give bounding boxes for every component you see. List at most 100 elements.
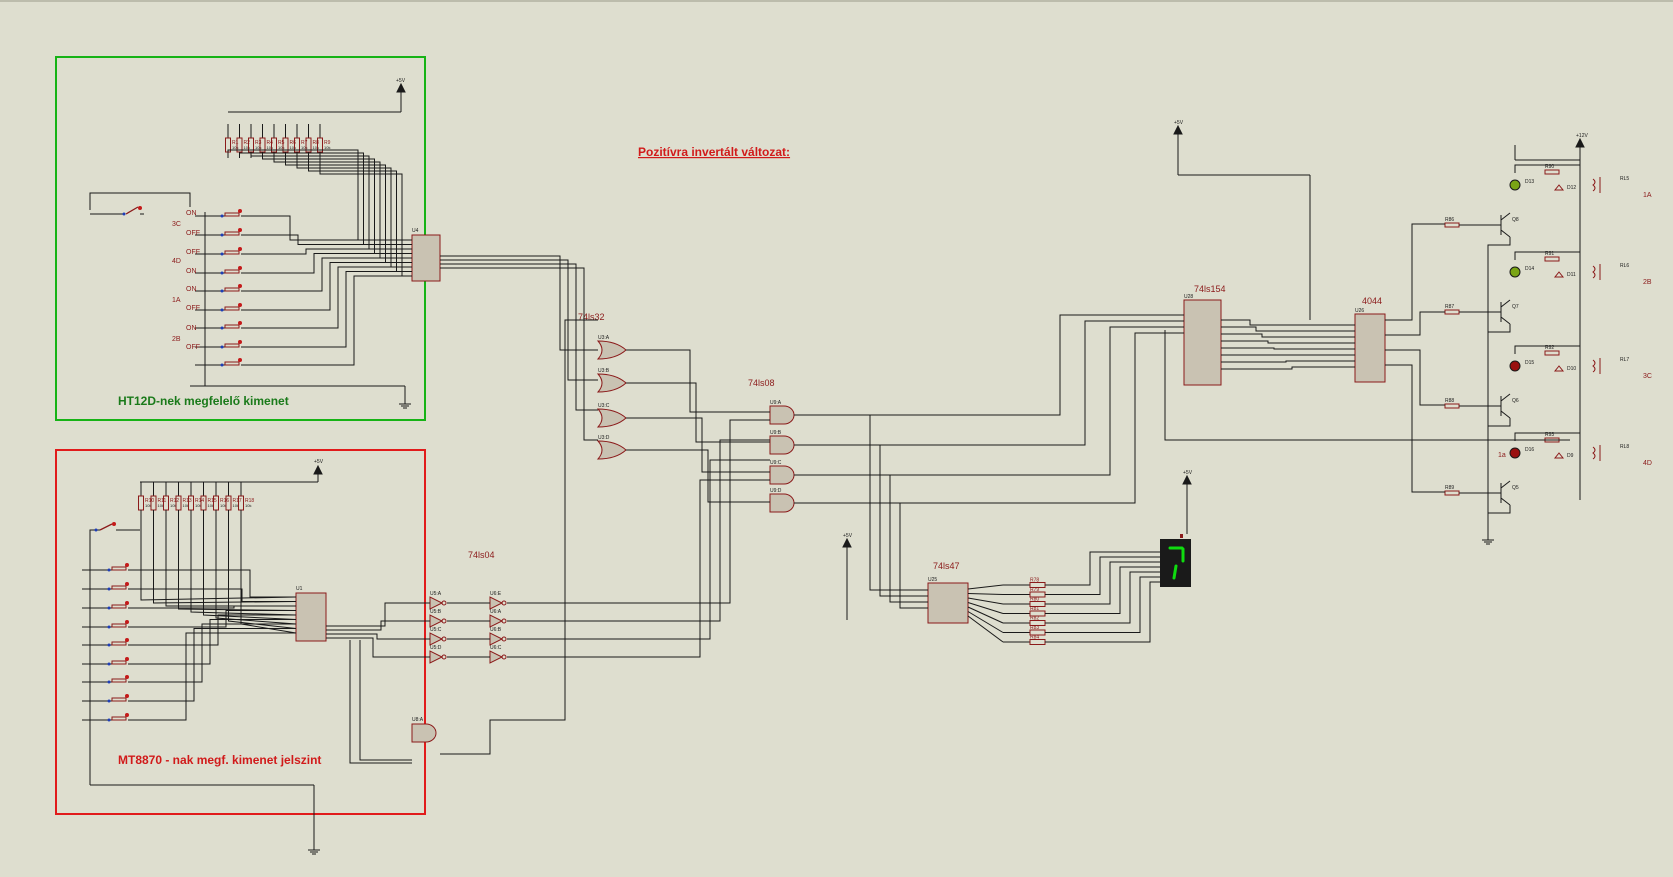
gate-ref: U5:C	[430, 627, 442, 633]
display-power	[1182, 474, 1192, 534]
channel-label: 1A	[1643, 192, 1652, 199]
relay-stages: D13R90D12RL51AR86 Q8D14R91D11RL62BR87 Q7D1…	[1444, 164, 1652, 506]
switch-top-4[interactable]	[195, 284, 249, 293]
relay-label: RL8	[1620, 444, 1629, 450]
resistor-label: R86	[1445, 217, 1454, 223]
gate-ref: U9:B	[770, 430, 782, 436]
switch-top-8[interactable]	[195, 358, 249, 367]
relay-power-rail	[1482, 137, 1585, 545]
relay-label: RL5	[1620, 176, 1629, 182]
resistor-label: R78	[1030, 578, 1039, 584]
gate-ref: U6:C	[490, 645, 502, 651]
transistor-label: Q7	[1512, 304, 1519, 310]
diode-label: D11	[1567, 272, 1576, 278]
switch-label: 4D	[172, 258, 181, 265]
relay-label: RL6	[1620, 263, 1629, 269]
red-block-label: MT8870 - nak megf. kimenet jelszint	[118, 753, 321, 767]
inverter-gate: U5:B	[429, 609, 447, 628]
relay-stage-2b: D14R91D11RL62BR87 Q7	[1444, 251, 1652, 325]
diode-label: D9	[1567, 453, 1574, 459]
wire-network	[89, 149, 1580, 764]
switch-top-1[interactable]	[195, 228, 249, 237]
u1-ref: U1	[296, 586, 303, 592]
and-gate: U9:B	[769, 430, 795, 455]
power-label-bottom: +5V	[314, 459, 324, 465]
u8-ref: U8:A	[412, 717, 424, 723]
green-block-border	[55, 56, 426, 421]
and-gate: U9:C	[769, 460, 795, 485]
power-label-top: +5V	[396, 78, 406, 84]
gate-ref: U6:A	[490, 609, 502, 615]
switch-top-5[interactable]	[195, 303, 249, 312]
gate-ref: U3:D	[598, 435, 610, 441]
channel-label: 4D	[1643, 460, 1652, 467]
relay-label: RL7	[1620, 357, 1629, 363]
and-gate: U9:A	[769, 400, 795, 425]
inverter-gate: U5:A	[429, 591, 447, 610]
inverter-gate: U6:E	[489, 591, 507, 610]
u25-chip: U25	[927, 577, 969, 624]
switch-top-6[interactable]	[195, 321, 249, 330]
transistor-label: Q6	[1512, 398, 1519, 404]
switch-label: ON	[186, 210, 197, 217]
resistor-r10: R1010k	[138, 482, 154, 518]
switch-label: OFF	[186, 344, 200, 351]
switch-label: OFF	[186, 230, 200, 237]
resistor-value: 10k	[220, 503, 226, 508]
gate-ref: U6:E	[490, 591, 502, 597]
master-switch-bottom[interactable]	[89, 522, 320, 855]
resistor-label: R87	[1445, 304, 1454, 310]
or-gates: U3:A U3:B U3:C U3:D	[596, 335, 627, 460]
resistor-value: 10k	[208, 503, 214, 508]
switch-label: ON	[186, 268, 197, 275]
led-label: D13	[1525, 179, 1534, 185]
resistor-value: 10k	[195, 503, 201, 508]
relay-stage-1a: D13R90D12RL51AR86 Q8	[1444, 164, 1652, 238]
resistor-r79: R79	[967, 587, 1046, 598]
channel-label: 3C	[1643, 373, 1652, 380]
u28-chip: U28	[1183, 294, 1222, 386]
gate-ref: U5:D	[430, 645, 442, 651]
or-gate: U3:A	[596, 335, 627, 360]
ls04-title: 74ls04	[468, 550, 495, 560]
green-block-label: HT12D-nek megfelelő kimenet	[118, 394, 289, 408]
gate-ref: U5:A	[430, 591, 442, 597]
or-gate: U3:B	[596, 368, 627, 393]
u1-chip: U1	[295, 586, 327, 642]
gate-ref: U3:C	[598, 403, 610, 409]
diode-label: D10	[1567, 366, 1576, 372]
resistor-value: 10k	[233, 503, 239, 508]
resistor-label: R83	[1030, 625, 1039, 631]
switch-top-0[interactable]	[195, 209, 249, 218]
inverter-gate: U6:B	[489, 627, 507, 646]
schematic-canvas: Pozitívra invertált változat: HT12D-nek …	[0, 0, 1673, 855]
switch-label: 1A	[172, 297, 181, 304]
led-label: D14	[1525, 266, 1534, 272]
inverter-gates: U5:A U6:E U5:B U6:A U5:C U6:B U5:D U6:C	[429, 591, 507, 664]
relay-stage-3c: D15R92D10RL73CR88 Q6	[1444, 345, 1652, 419]
bottom-power-rail	[140, 464, 323, 483]
switch-top-2[interactable]	[195, 247, 249, 256]
or-gate: U3:D	[596, 435, 627, 460]
switch-label: ON	[186, 286, 197, 293]
extra-label: 1a	[1498, 452, 1506, 459]
power-label-relay: +12V	[1576, 133, 1588, 139]
resistor-value: 10k	[183, 503, 189, 508]
resistor-label: R84	[1030, 635, 1039, 641]
inverter-gate: U5:D	[429, 645, 447, 664]
relay-stage-4d: D16R93D9RL84DR89 Q51a	[1444, 432, 1652, 506]
switch-top-7[interactable]	[195, 340, 249, 349]
master-switch-top[interactable]	[89, 192, 191, 216]
u26-ref: U26	[1355, 308, 1364, 314]
resistor-label: R88	[1445, 398, 1454, 404]
gate-ref: U5:B	[430, 609, 442, 615]
transistor-label: Q8	[1512, 217, 1519, 223]
switch-label: ON	[186, 325, 197, 332]
gate-ref: U9:C	[770, 460, 782, 466]
bottom-resistor-bank: R1010kR1110kR1210kR1310kR1410kR1510kR161…	[138, 482, 254, 518]
switch-top-3[interactable]	[195, 266, 249, 275]
resistor-label: R89	[1445, 485, 1454, 491]
switch-label-column: ON 3C OFF OFF 4D ON ON 1A OFF ON 2B OFF	[172, 210, 200, 351]
switch-label: OFF	[186, 249, 200, 256]
c4044-title: 4044	[1362, 296, 1382, 306]
